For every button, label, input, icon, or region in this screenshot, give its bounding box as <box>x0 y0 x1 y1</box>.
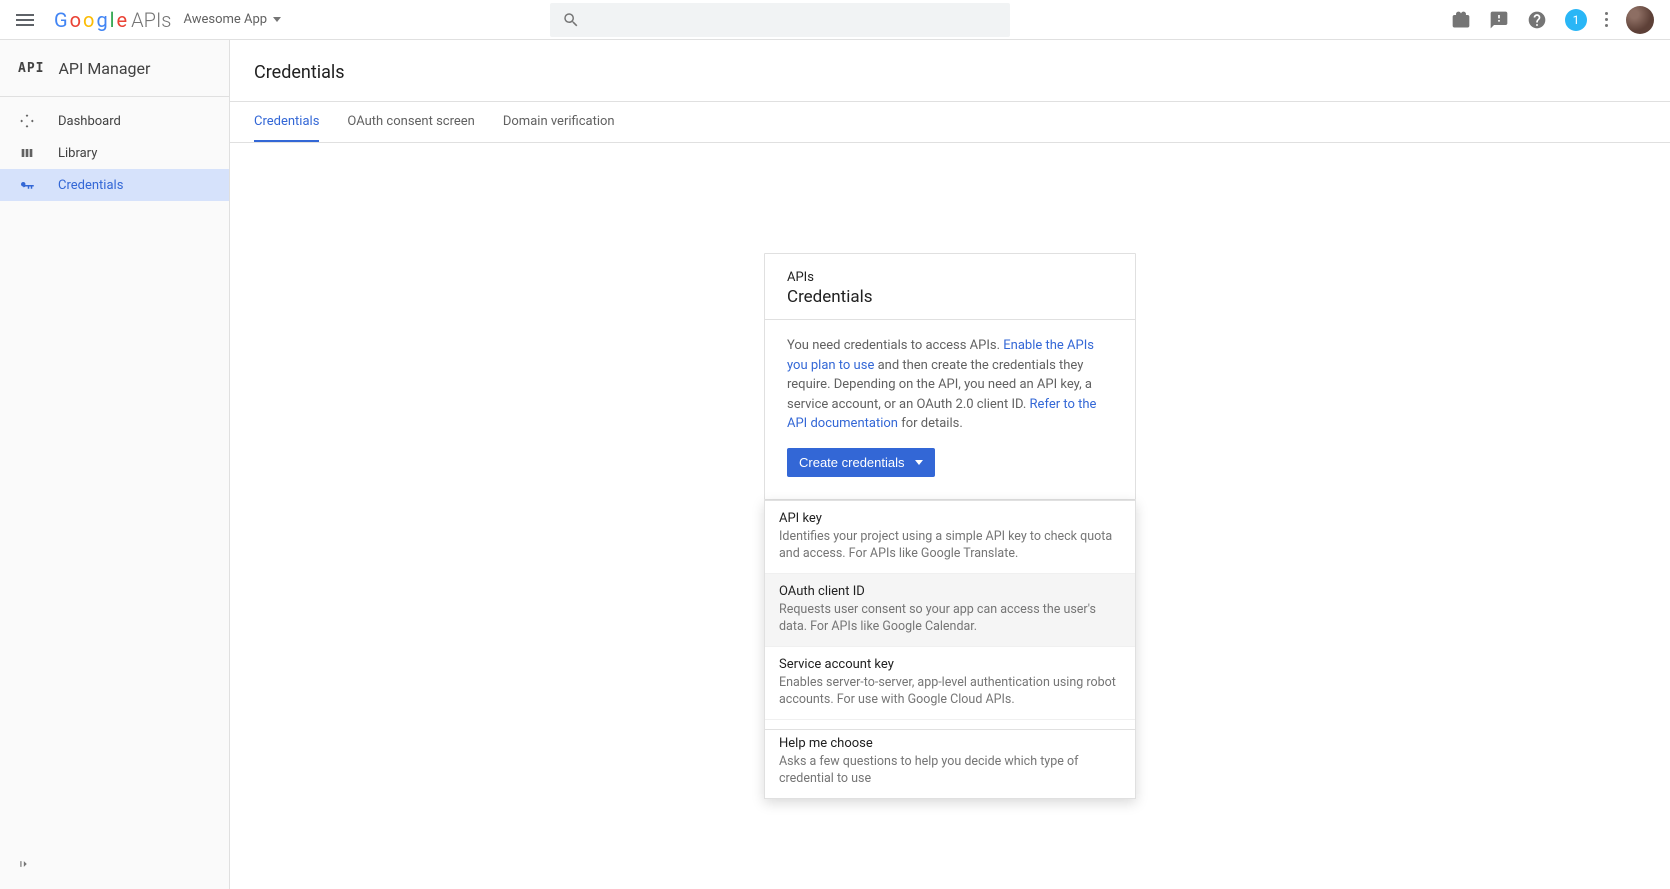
brand-suffix: APIs <box>131 8 171 32</box>
caret-down-icon <box>915 460 923 465</box>
menu-item-help-me-choose[interactable]: Help me choose Asks a few questions to h… <box>765 730 1135 798</box>
menu-icon[interactable] <box>16 11 34 29</box>
sidebar: API API Manager Dashboard Library Cred <box>0 40 230 889</box>
brand-logo[interactable]: Google APIs <box>54 8 171 32</box>
sidebar-item-label: Dashboard <box>58 114 121 129</box>
tab-oauth-consent[interactable]: OAuth consent screen <box>347 102 474 142</box>
sidebar-item-label: Library <box>58 146 97 161</box>
top-bar: Google APIs Awesome App 1 <box>0 0 1670 40</box>
button-label: Create credentials <box>799 455 905 470</box>
help-icon[interactable] <box>1527 10 1547 30</box>
menu-item-title: Help me choose <box>779 736 1121 751</box>
menu-item-oauth-client-id[interactable]: OAuth client ID Requests user consent so… <box>765 574 1135 647</box>
card-eyebrow: APIs <box>787 270 1113 285</box>
tab-domain-verification[interactable]: Domain verification <box>503 102 615 142</box>
api-badge-icon: API <box>18 61 44 76</box>
tab-bar: Credentials OAuth consent screen Domain … <box>230 101 1670 143</box>
sidebar-item-label: Credentials <box>58 178 123 193</box>
feedback-icon[interactable] <box>1489 10 1509 30</box>
sidebar-item-library[interactable]: Library <box>0 137 229 169</box>
menu-item-desc: Requests user consent so your app can ac… <box>779 601 1121 636</box>
menu-item-service-account-key[interactable]: Service account key Enables server-to-se… <box>765 647 1135 720</box>
menu-item-title: Service account key <box>779 657 1121 672</box>
avatar[interactable] <box>1626 6 1654 34</box>
menu-item-desc: Enables server-to-server, app-level auth… <box>779 674 1121 709</box>
top-right-actions: 1 <box>1451 6 1654 34</box>
card-title: Credentials <box>787 287 1113 307</box>
page-title: Credentials <box>230 40 1670 101</box>
tab-credentials[interactable]: Credentials <box>254 102 319 142</box>
collapse-sidebar-icon[interactable] <box>18 857 32 875</box>
menu-item-desc: Identifies your project using a simple A… <box>779 528 1121 563</box>
dashboard-icon <box>18 112 36 130</box>
menu-separator <box>765 720 1135 730</box>
gift-icon[interactable] <box>1451 10 1471 30</box>
main: Credentials Credentials OAuth consent sc… <box>230 40 1670 889</box>
menu-item-title: API key <box>779 511 1121 526</box>
library-icon <box>18 144 36 162</box>
project-name: Awesome App <box>183 12 267 27</box>
sidebar-item-dashboard[interactable]: Dashboard <box>0 105 229 137</box>
menu-item-desc: Asks a few questions to help you decide … <box>779 753 1121 788</box>
sidebar-header: API API Manager <box>0 40 229 97</box>
notifications-badge[interactable]: 1 <box>1565 9 1587 31</box>
search-icon <box>562 11 580 29</box>
sidebar-item-credentials[interactable]: Credentials <box>0 169 229 201</box>
more-icon[interactable] <box>1605 12 1608 27</box>
card-body: You need credentials to access APIs. Ena… <box>765 320 1135 499</box>
create-credentials-menu: API key Identifies your project using a … <box>764 500 1136 799</box>
credentials-card: APIs Credentials You need credentials to… <box>764 253 1136 500</box>
sidebar-nav: Dashboard Library Credentials <box>0 97 229 889</box>
menu-item-title: OAuth client ID <box>779 584 1121 599</box>
project-selector[interactable]: Awesome App <box>183 12 281 27</box>
caret-down-icon <box>273 17 281 22</box>
search-input[interactable] <box>550 3 1010 37</box>
menu-item-api-key[interactable]: API key Identifies your project using a … <box>765 501 1135 574</box>
key-icon <box>18 176 36 194</box>
sidebar-title: API Manager <box>58 59 150 78</box>
create-credentials-button[interactable]: Create credentials <box>787 448 935 477</box>
